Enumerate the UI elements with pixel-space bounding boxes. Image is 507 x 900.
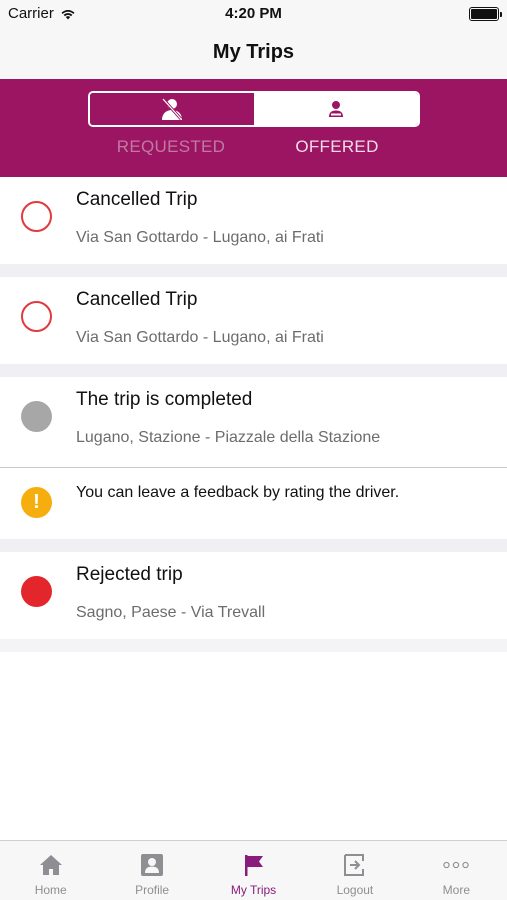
row-separator <box>0 264 507 277</box>
warning-icon: ! <box>21 487 52 518</box>
tab-logout[interactable]: Logout <box>304 841 405 900</box>
tab-my-trips-label: My Trips <box>230 883 277 897</box>
tab-more-label: More <box>442 883 470 897</box>
tab-home[interactable]: Home <box>0 841 101 900</box>
tab-bar: Home Profile My Trips Logout More <box>0 840 507 900</box>
trip-title: Rejected trip <box>76 564 183 585</box>
segment-requested[interactable] <box>90 93 254 125</box>
segment-offered[interactable] <box>254 93 418 125</box>
trip-type-header: REQUESTED OFFERED <box>0 79 507 177</box>
profile-icon <box>139 852 165 878</box>
trips-list: Cancelled Trip Via San Gottardo - Lugano… <box>0 177 507 840</box>
trip-route: Via San Gottardo - Lugano, ai Frati <box>76 229 324 246</box>
tab-more[interactable]: More <box>406 841 507 900</box>
trip-row[interactable]: Cancelled Trip Via San Gottardo - Lugano… <box>0 177 507 264</box>
person-slash-icon <box>161 97 183 121</box>
trip-row[interactable]: Cancelled Trip Via San Gottardo - Lugano… <box>0 277 507 364</box>
trip-title: The trip is completed <box>76 389 253 410</box>
row-separator <box>0 364 507 377</box>
tab-my-trips[interactable]: My Trips <box>203 841 304 900</box>
navigation-bar: My Trips <box>0 28 507 79</box>
tab-logout-label: Logout <box>336 883 374 897</box>
feedback-prompt[interactable]: ! You can leave a feedback by rating the… <box>0 467 507 539</box>
logout-icon <box>342 852 368 878</box>
trip-route: Lugano, Stazione - Piazzale della Stazio… <box>76 429 381 446</box>
trip-route: Sagno, Paese - Via Trevall <box>76 604 266 621</box>
cancelled-status-icon <box>21 201 52 232</box>
page-title: My Trips <box>212 41 295 63</box>
trip-row[interactable]: Rejected trip Sagno, Paese - Via Trevall <box>0 552 507 639</box>
trip-title: Cancelled Trip <box>76 189 198 210</box>
tab-profile-label: Profile <box>135 883 170 897</box>
trip-route: Via San Gottardo - Lugano, ai Frati <box>76 329 324 346</box>
more-icon <box>443 852 470 878</box>
segment-requested-label[interactable]: REQUESTED <box>88 137 254 157</box>
driver-icon <box>329 101 343 117</box>
tab-home-label: Home <box>34 883 67 897</box>
trip-row[interactable]: The trip is completed Lugano, Stazione -… <box>0 377 507 467</box>
cancelled-status-icon <box>21 301 52 332</box>
row-separator <box>0 639 507 652</box>
flag-icon <box>241 852 267 878</box>
status-bar: Carrier 4:20 PM <box>0 0 507 28</box>
feedback-text: You can leave a feedback by rating the d… <box>76 484 400 501</box>
completed-status-icon <box>21 401 52 432</box>
trip-type-segmented-control <box>88 91 420 127</box>
segment-offered-label[interactable]: OFFERED <box>254 137 420 157</box>
trip-title: Cancelled Trip <box>76 289 198 310</box>
row-separator <box>0 539 507 552</box>
tab-profile[interactable]: Profile <box>101 841 202 900</box>
home-icon <box>38 852 64 878</box>
rejected-status-icon <box>21 576 52 607</box>
battery-icon <box>469 7 502 21</box>
clock: 4:20 PM <box>225 5 282 22</box>
